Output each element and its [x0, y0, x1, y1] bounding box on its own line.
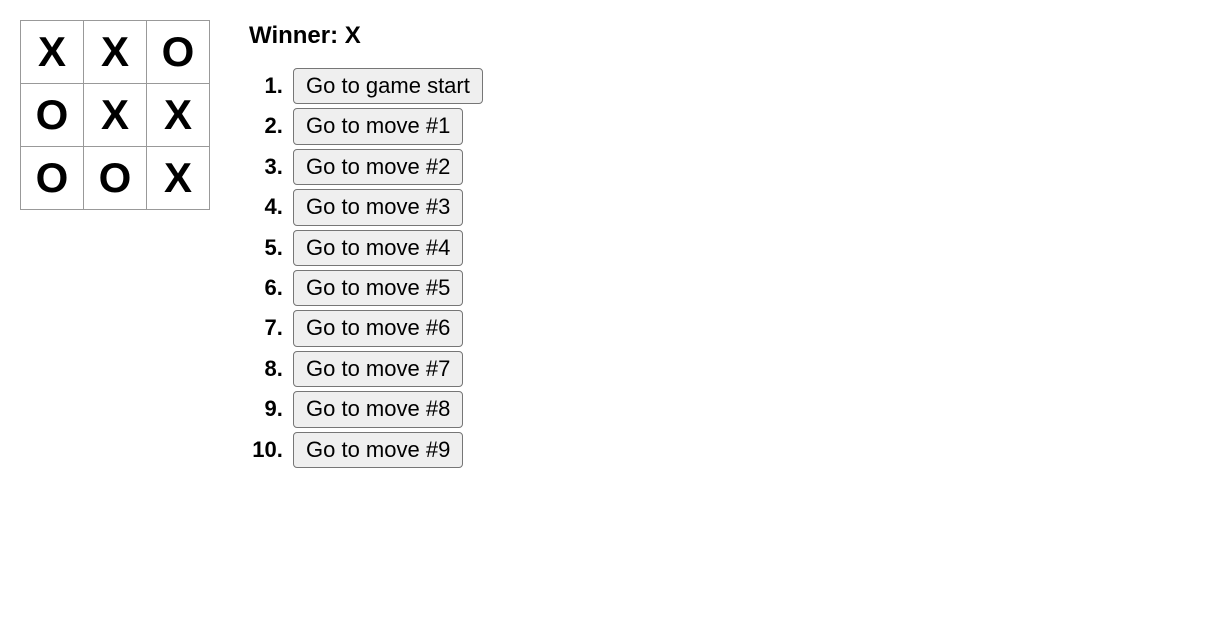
board-row: O O X: [20, 146, 209, 209]
square-7[interactable]: O: [83, 146, 147, 210]
game-info: Winner: X Go to game start Go to move #1…: [249, 20, 483, 470]
game-board: X X O O X X O O X: [20, 20, 209, 209]
board-row: X X O: [20, 20, 209, 83]
goto-move-1-button[interactable]: Go to move #1: [293, 108, 463, 144]
history-item: Go to move #3: [289, 187, 483, 227]
goto-start-button[interactable]: Go to game start: [293, 68, 483, 104]
square-4[interactable]: X: [83, 83, 147, 147]
game-status: Winner: X: [249, 22, 483, 50]
goto-move-5-button[interactable]: Go to move #5: [293, 270, 463, 306]
square-0[interactable]: X: [20, 20, 84, 84]
history-item: Go to game start: [289, 66, 483, 106]
square-2[interactable]: O: [146, 20, 210, 84]
square-8[interactable]: X: [146, 146, 210, 210]
history-item: Go to move #1: [289, 106, 483, 146]
goto-move-7-button[interactable]: Go to move #7: [293, 351, 463, 387]
goto-move-6-button[interactable]: Go to move #6: [293, 310, 463, 346]
history-item: Go to move #8: [289, 389, 483, 429]
history-item: Go to move #6: [289, 308, 483, 348]
goto-move-9-button[interactable]: Go to move #9: [293, 432, 463, 468]
goto-move-3-button[interactable]: Go to move #3: [293, 189, 463, 225]
history-item: Go to move #4: [289, 228, 483, 268]
square-1[interactable]: X: [83, 20, 147, 84]
square-3[interactable]: O: [20, 83, 84, 147]
history-item: Go to move #9: [289, 430, 483, 470]
history-item: Go to move #5: [289, 268, 483, 308]
history-item: Go to move #7: [289, 349, 483, 389]
goto-move-2-button[interactable]: Go to move #2: [293, 149, 463, 185]
goto-move-8-button[interactable]: Go to move #8: [293, 391, 463, 427]
history-item: Go to move #2: [289, 147, 483, 187]
square-5[interactable]: X: [146, 83, 210, 147]
goto-move-4-button[interactable]: Go to move #4: [293, 230, 463, 266]
square-6[interactable]: O: [20, 146, 84, 210]
move-history-list: Go to game start Go to move #1 Go to mov…: [249, 66, 483, 470]
board-row: O X X: [20, 83, 209, 146]
